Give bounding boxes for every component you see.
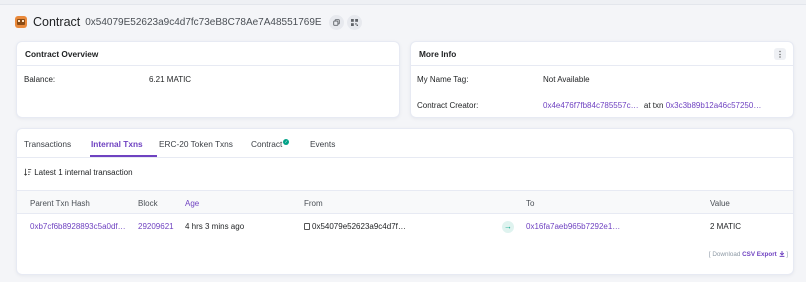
copy-address-button[interactable]: [328, 14, 344, 30]
txn-summary: Latest 1 internal transaction: [24, 168, 133, 177]
contract-creator-label: Contract Creator:: [417, 101, 479, 110]
download-csv: [ Download CSV Export ]: [709, 251, 788, 258]
qr-code-icon: [350, 18, 358, 26]
verified-check-icon: ✓: [283, 139, 290, 145]
col-age[interactable]: Age: [185, 199, 199, 208]
contract-icon: [15, 16, 27, 28]
col-parent-txn-hash: Parent Txn Hash: [30, 199, 90, 208]
page-header: Contract 0x54079E52623a9c4d7fc73eB8C78Ae…: [15, 13, 365, 31]
tab-transactions[interactable]: Transactions: [24, 139, 71, 149]
col-from: From: [304, 199, 323, 208]
name-tag-value: Not Available: [543, 75, 590, 84]
tab-internal-txns[interactable]: Internal Txns: [91, 139, 143, 149]
creator-address-link[interactable]: 0x4e476f7fb84c785557c…: [543, 101, 639, 110]
table-header: Parent Txn Hash Block Age From To Value: [17, 190, 793, 214]
at-txn-text: at txn: [643, 101, 664, 110]
tab-events[interactable]: Events: [310, 139, 335, 149]
contract-overview-title: Contract Overview: [17, 42, 399, 66]
csv-export-link[interactable]: CSV Export: [742, 251, 777, 258]
download-prefix: [ Download: [708, 251, 741, 258]
age-value: 4 hrs 3 mins ago: [185, 222, 245, 231]
sort-icon: [24, 168, 32, 176]
from-address: 0x54079e52623a9c4d7f…: [304, 222, 406, 231]
balance-label: Balance:: [24, 75, 56, 84]
tab-contract[interactable]: Contract ✓: [251, 139, 290, 149]
active-tab-indicator: [90, 155, 157, 157]
download-icon: [779, 251, 784, 257]
qr-code-button[interactable]: [346, 14, 362, 30]
contract-address: 0x54079E52623a9c4d7fc73eB8C78Ae7A4855176…: [85, 16, 322, 28]
value-amount: 2 MATIC: [710, 222, 741, 231]
copy-icon: [332, 18, 340, 26]
more-info-card: More Info ⋮ My Name Tag: Not Available C…: [410, 41, 794, 118]
download-suffix: ]: [786, 251, 788, 258]
balance-value: 6.21 MATIC: [149, 75, 192, 84]
block-link[interactable]: 29209621: [138, 222, 174, 231]
more-options-button[interactable]: ⋮: [774, 48, 786, 60]
col-value: Value: [710, 199, 730, 208]
from-address-text: 0x54079e52623a9c4d7f…: [312, 222, 406, 231]
txn-summary-text: Latest 1 internal transaction: [34, 168, 133, 177]
tab-contract-label: Contract: [251, 139, 283, 149]
more-info-title: More Info: [411, 42, 793, 66]
transactions-card: Transactions Internal Txns ERC-20 Token …: [16, 128, 794, 275]
top-divider: [0, 0, 806, 5]
parent-txn-hash-link[interactable]: 0xb7cf6b8928893c5a0df…: [30, 222, 126, 231]
contract-creator-value: 0x4e476f7fb84c785557c… at txn 0x3c3b89b1…: [543, 101, 761, 110]
contract-file-icon: [304, 223, 310, 230]
name-tag-label: My Name Tag:: [417, 75, 469, 84]
page-title: Contract: [33, 15, 81, 29]
col-to: To: [526, 199, 535, 208]
to-address-link[interactable]: 0x16fa7aeb965b7292e1…: [526, 222, 620, 231]
arrow-right-icon: →: [502, 221, 514, 233]
creator-txn-link[interactable]: 0x3c3b89b12a46c57250…: [666, 101, 762, 110]
tab-bar: Transactions Internal Txns ERC-20 Token …: [17, 129, 793, 158]
contract-overview-card: Contract Overview Balance: 6.21 MATIC: [16, 41, 400, 118]
tab-erc20-token-txns[interactable]: ERC-20 Token Txns: [159, 139, 233, 149]
col-block: Block: [138, 199, 158, 208]
